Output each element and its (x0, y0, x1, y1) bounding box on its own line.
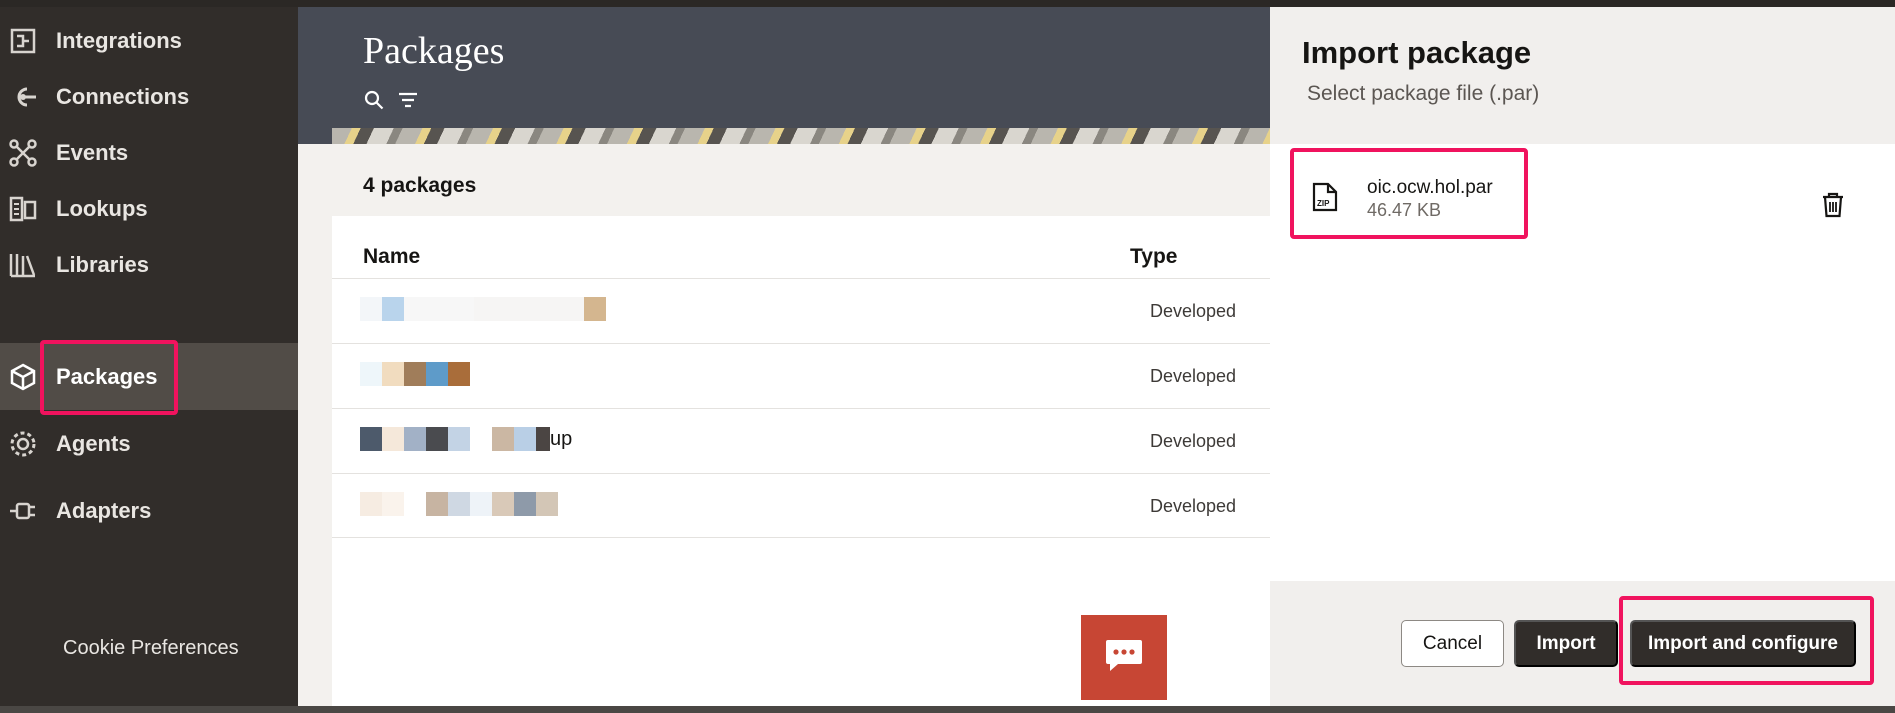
file-highlight (1290, 148, 1528, 239)
import-configure-highlight (1619, 596, 1874, 685)
search-icon[interactable] (363, 89, 385, 116)
sidebar-item-label: Events (56, 139, 129, 165)
delete-file-icon[interactable] (1821, 192, 1845, 223)
packages-icon (8, 362, 38, 392)
package-name-redacted (360, 492, 558, 516)
chat-icon (1104, 637, 1144, 678)
drawer-title: Import package (1302, 35, 1532, 70)
package-name-redacted (360, 362, 470, 386)
package-type: Developed (1150, 366, 1237, 386)
sidebar-item-agents[interactable]: Agents (0, 410, 298, 477)
column-header-type[interactable]: Type (1130, 245, 1177, 269)
top-strip (0, 0, 1895, 7)
package-type: Developed (1150, 431, 1237, 451)
page-header: Packages (298, 7, 1270, 144)
filter-icon[interactable] (397, 89, 419, 116)
sidebar-item-adapters[interactable]: Adapters (0, 477, 298, 544)
packages-page: Packages 4 packages Name Type Developed … (298, 7, 1270, 706)
agents-icon (8, 429, 38, 459)
table-row[interactable]: Developed (332, 343, 1270, 408)
cookie-preferences-link[interactable]: Cookie Preferences (63, 637, 239, 660)
cancel-button[interactable]: Cancel (1401, 620, 1504, 667)
lookups-icon (8, 194, 38, 224)
libraries-icon (8, 250, 38, 280)
table-row[interactable]: up Developed (332, 408, 1270, 473)
drawer-subtitle: Select package file (.par) (1307, 82, 1540, 105)
drawer-header: Import package Select package file (.par… (1270, 7, 1895, 144)
package-name-redacted: up (360, 427, 572, 451)
connections-icon (8, 82, 38, 112)
package-count: 4 packages (363, 174, 477, 197)
package-type: Developed (1150, 301, 1237, 321)
table-row[interactable]: Developed (332, 278, 1270, 343)
packages-highlight (40, 340, 178, 415)
sidebar-item-label: Adapters (56, 497, 152, 523)
package-name-redacted (360, 297, 606, 321)
import-button[interactable]: Import (1514, 620, 1618, 667)
sidebar-item-label: Libraries (56, 251, 149, 277)
table-row[interactable]: Developed (332, 473, 1270, 538)
package-type: Developed (1150, 496, 1237, 516)
sidebar-item-label: Connections (56, 83, 190, 109)
sidebar-item-label: Lookups (56, 195, 148, 221)
package-name-visible-fragment: up (550, 427, 573, 450)
bottom-strip (0, 706, 1895, 713)
column-header-name[interactable]: Name (363, 245, 420, 269)
integrations-icon (8, 26, 38, 56)
sidebar-item-label: Integrations (56, 27, 182, 53)
chat-button[interactable] (1081, 615, 1167, 700)
sidebar-item-label: Agents (56, 430, 131, 456)
page-title: Packages (363, 30, 505, 72)
sidebar-item-libraries[interactable]: Libraries (0, 231, 298, 298)
events-icon (8, 138, 38, 168)
adapters-icon (8, 496, 38, 526)
